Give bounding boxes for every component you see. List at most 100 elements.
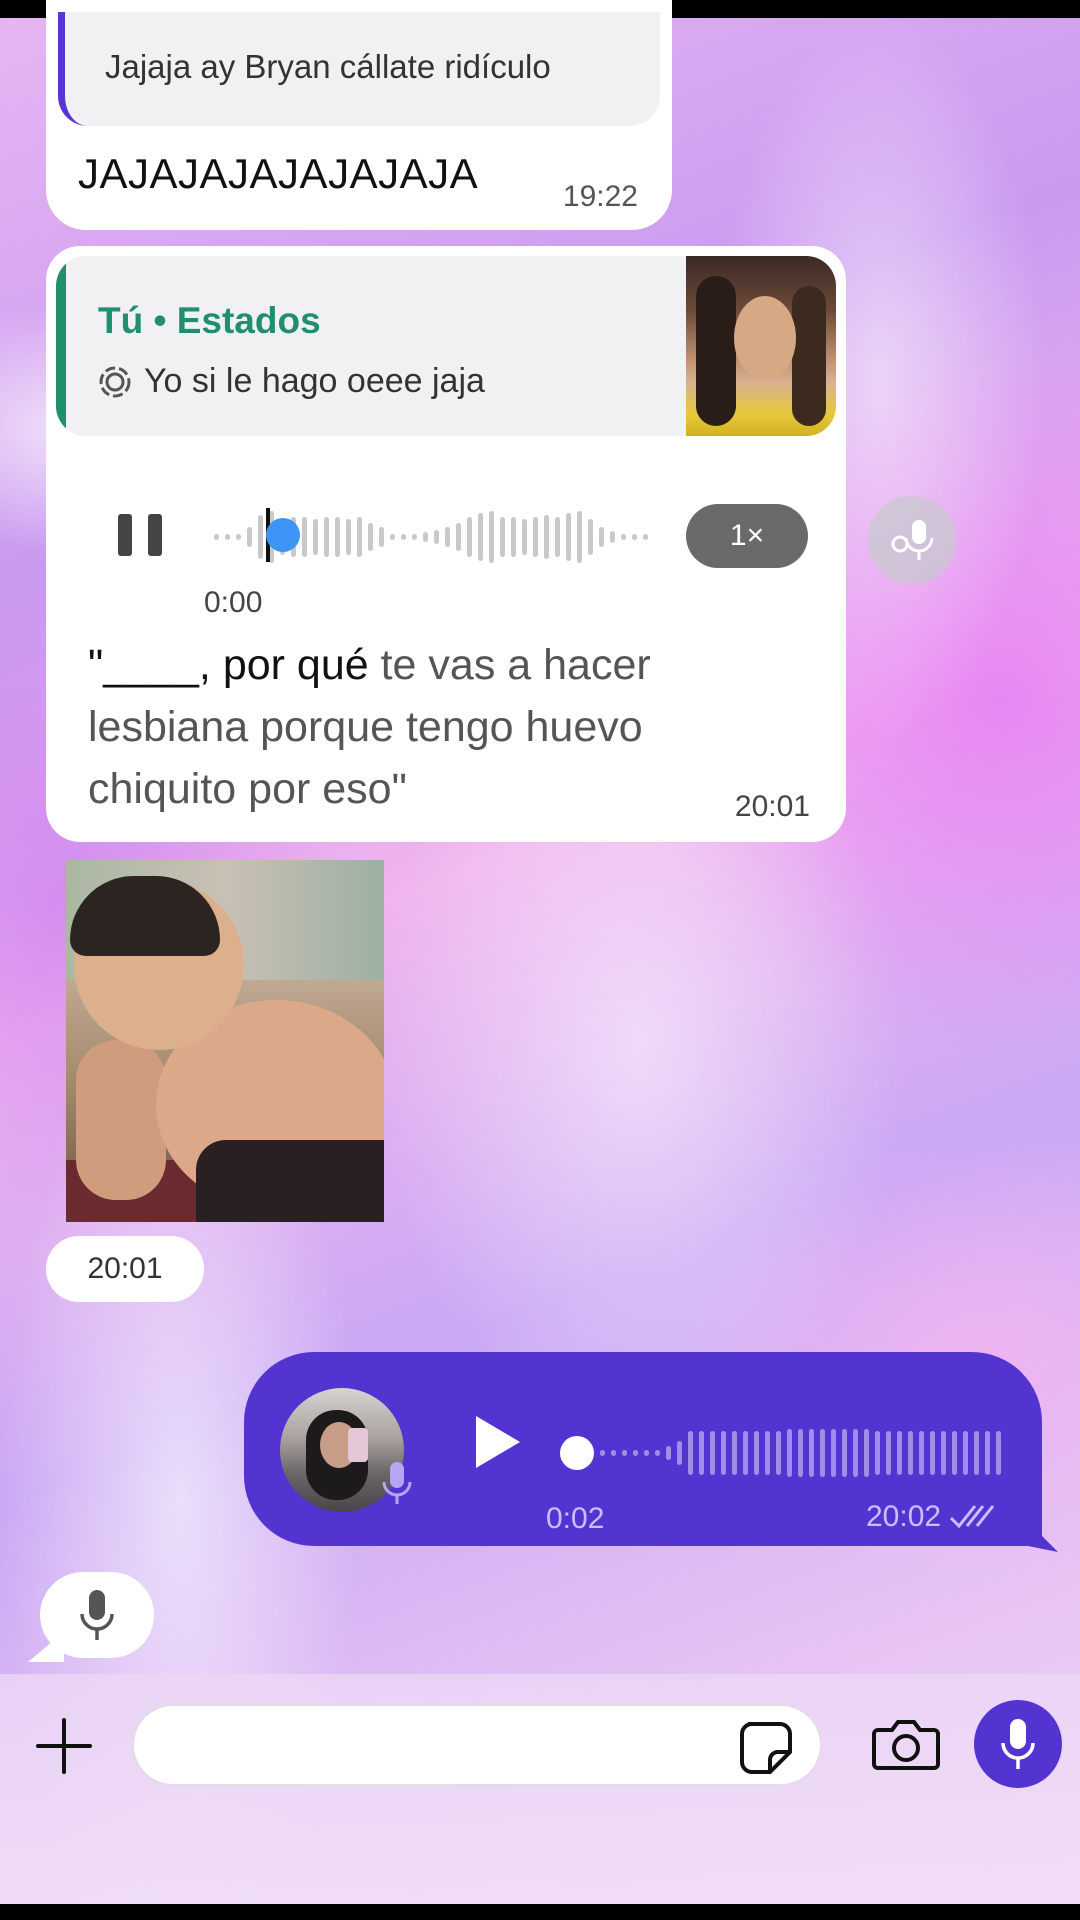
plus-icon[interactable]: [36, 1718, 92, 1774]
reply-subtitle: Yo si le hago oeee jaja: [98, 362, 485, 401]
waveform-bar: [621, 534, 626, 540]
quoted-message[interactable]: Jajaja ay Bryan cállate ridículo: [58, 12, 660, 126]
audio-scrubber-knob[interactable]: [266, 518, 300, 552]
reply-text: Yo si le hago oeee jaja: [144, 362, 485, 400]
waveform-bar: [467, 517, 472, 557]
waveform-bar: [765, 1431, 770, 1475]
waveform-bar: [897, 1431, 902, 1475]
waveform-bar: [511, 517, 516, 557]
waveform-bar: [622, 1450, 627, 1456]
waveform-bar: [225, 534, 230, 540]
waveform-bar: [677, 1441, 682, 1465]
play-icon[interactable]: [472, 1414, 522, 1470]
audio-transcript: "____, por qué te vas a hacer lesbiana p…: [88, 634, 748, 820]
waveform-bar: [666, 1446, 671, 1460]
waveform-bar: [379, 527, 384, 547]
playback-speed-button[interactable]: 1×: [686, 504, 808, 568]
waveform-bar: [478, 513, 483, 561]
waveform-bar: [247, 527, 252, 547]
message-time: 19:22: [562, 180, 638, 213]
waveform-bar: [401, 534, 406, 540]
waveform-bar: [313, 519, 318, 555]
audio-waveform[interactable]: [600, 1424, 1010, 1482]
pause-button[interactable]: [118, 514, 162, 556]
waveform-bar: [743, 1431, 748, 1475]
waveform-bar: [555, 517, 560, 557]
waveform-bar: [875, 1431, 880, 1475]
audio-scrubber-knob[interactable]: [560, 1436, 594, 1470]
waveform-bar: [566, 513, 571, 561]
mic-icon: [382, 1462, 412, 1504]
waveform-bar: [732, 1431, 737, 1475]
waveform-bar: [886, 1431, 891, 1475]
waveform-bar: [324, 517, 329, 557]
status-icon: [99, 366, 131, 397]
waveform-bar: [643, 534, 648, 540]
waveform-bar: [644, 1450, 649, 1456]
waveform-bar: [214, 534, 219, 540]
voice-message-bubble-outgoing[interactable]: 0:02 20:02: [244, 1352, 1058, 1552]
waveform-bar: [600, 1450, 605, 1456]
message-time: 20:02: [866, 1500, 942, 1533]
home-indicator-bar: [0, 1904, 1080, 1920]
waveform-bar: [985, 1431, 990, 1475]
waveform-bar: [357, 517, 362, 557]
waveform-bar: [632, 534, 637, 540]
waveform-bar: [599, 527, 604, 547]
message-input[interactable]: [132, 1704, 822, 1786]
waveform-bar: [996, 1431, 1001, 1475]
waveform-bar: [974, 1431, 979, 1475]
chat-screen: Jajaja ay Bryan cállate ridículo JAJAJAJ…: [0, 0, 1080, 1920]
waveform-bar: [710, 1431, 715, 1475]
waveform-bar: [258, 515, 263, 559]
voice-message-bubble-incoming[interactable]: Tú • Estados Yo si le hago oeee jaja 1× …: [46, 246, 846, 842]
mic-icon: [80, 1590, 114, 1640]
waveform-bar: [831, 1429, 836, 1477]
record-voice-button[interactable]: [974, 1700, 1062, 1788]
waveform-bar: [611, 1450, 616, 1456]
waveform-bar: [699, 1431, 704, 1475]
double-check-icon: [950, 1505, 995, 1529]
waveform-bar: [236, 534, 241, 540]
waveform-bar: [721, 1431, 726, 1475]
waveform-bar: [820, 1429, 825, 1477]
audio-position: 0:00: [204, 586, 263, 619]
sticker-icon[interactable]: [738, 1720, 794, 1776]
status-thumbnail[interactable]: [686, 256, 836, 436]
waveform-bar: [390, 534, 395, 540]
waveform-bar: [864, 1429, 869, 1477]
waveform-bar: [655, 1450, 660, 1456]
transcribe-button[interactable]: [868, 496, 956, 584]
waveform-bar: [941, 1431, 946, 1475]
voice-note-indicator: [28, 1572, 154, 1662]
waveform-bar: [533, 517, 538, 557]
waveform-bar: [610, 531, 615, 543]
waveform-bar: [688, 1431, 693, 1475]
photo-time: 20:01: [46, 1236, 204, 1302]
waveform-bar: [853, 1429, 858, 1477]
message-time-row: 20:02: [866, 1500, 995, 1534]
mic-icon: [1001, 1719, 1035, 1769]
waveform-bar: [633, 1450, 638, 1456]
waveform-bar: [963, 1431, 968, 1475]
waveform-bar: [412, 534, 417, 540]
waveform-bar: [500, 517, 505, 557]
transcribe-mic-icon: [891, 520, 934, 560]
waveform-bar: [302, 517, 307, 557]
waveform-bar: [809, 1429, 814, 1477]
waveform-bar: [434, 530, 439, 544]
camera-icon[interactable]: [872, 1716, 940, 1772]
waveform-bar: [908, 1431, 913, 1475]
waveform-bar: [346, 519, 351, 555]
waveform-bar: [489, 511, 494, 563]
reply-accent-bar: [56, 256, 66, 436]
message-bubble-incoming[interactable]: Jajaja ay Bryan cállate ridículo JAJAJAJ…: [46, 0, 672, 230]
waveform-bar: [368, 523, 373, 551]
waveform-bar: [544, 515, 549, 559]
pause-icon: [118, 514, 132, 556]
status-reply-preview[interactable]: Tú • Estados Yo si le hago oeee jaja: [56, 256, 836, 436]
waveform-bar: [798, 1429, 803, 1477]
transcript-played: "____, por qué: [88, 641, 369, 689]
quoted-message-text: Jajaja ay Bryan cállate ridículo: [105, 48, 551, 85]
photo-message[interactable]: [66, 860, 384, 1222]
